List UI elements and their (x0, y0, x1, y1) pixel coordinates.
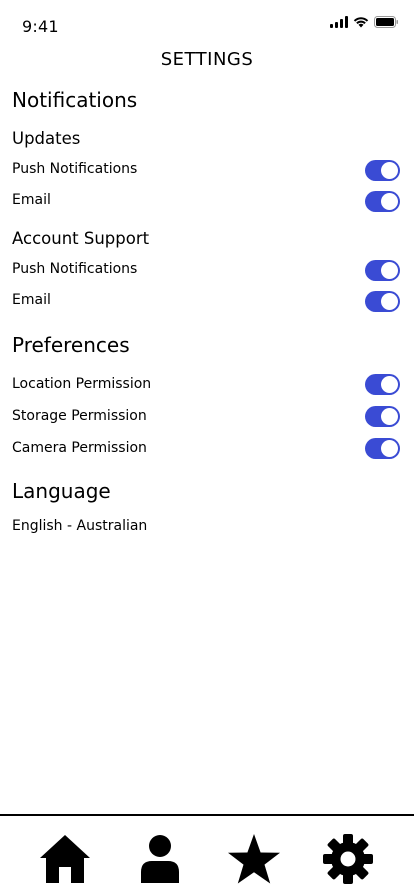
updates-push-notifications-label: Push Notifications (12, 161, 138, 177)
toggle-knob (381, 408, 398, 425)
toggle-knob (381, 193, 398, 210)
page-title: SETTINGS (160, 49, 254, 70)
toggle-knob (381, 262, 398, 279)
toggle-knob (381, 293, 398, 310)
updates-email-toggle[interactable] (365, 191, 400, 212)
camera-permission-label: Camera Permission (12, 440, 147, 456)
preferences-heading: Preferences (12, 333, 130, 357)
location-permission-toggle[interactable] (365, 374, 400, 395)
account-support-push-notifications-label: Push Notifications (12, 261, 138, 277)
storage-permission-toggle[interactable] (365, 406, 400, 427)
status-time: 9:41 (22, 17, 59, 36)
wifi-icon (353, 17, 369, 28)
storage-permission-label: Storage Permission (12, 408, 147, 424)
notifications-heading: Notifications (12, 88, 138, 112)
home-icon (40, 835, 90, 883)
nav-settings-button[interactable] (320, 832, 376, 886)
account-support-email-toggle[interactable] (365, 291, 400, 312)
updates-email-label: Email (12, 192, 51, 208)
settings-gear-icon (323, 834, 373, 884)
account-support-push-notifications-toggle[interactable] (365, 260, 400, 281)
updates-heading: Updates (12, 129, 81, 148)
account-support-heading: Account Support (12, 229, 150, 248)
updates-push-notifications-toggle[interactable] (365, 160, 400, 181)
nav-profile-button[interactable] (132, 832, 188, 886)
language-heading: Language (12, 479, 111, 503)
language-value[interactable]: English - Australian (12, 518, 147, 534)
nav-home-button[interactable] (37, 832, 93, 886)
toggle-knob (381, 376, 398, 393)
status-icons (330, 16, 399, 28)
cellular-signal-icon (330, 16, 348, 28)
location-permission-label: Location Permission (12, 376, 152, 392)
status-bar: 9:41 (0, 0, 414, 44)
toggle-knob (381, 162, 398, 179)
toggle-knob (381, 440, 398, 457)
favorites-star-icon (228, 834, 280, 884)
bottom-nav (0, 814, 414, 896)
camera-permission-toggle[interactable] (365, 438, 400, 459)
profile-icon (141, 835, 179, 883)
account-support-email-label: Email (12, 292, 51, 308)
nav-favorites-button[interactable] (226, 832, 282, 886)
battery-icon (374, 16, 398, 28)
